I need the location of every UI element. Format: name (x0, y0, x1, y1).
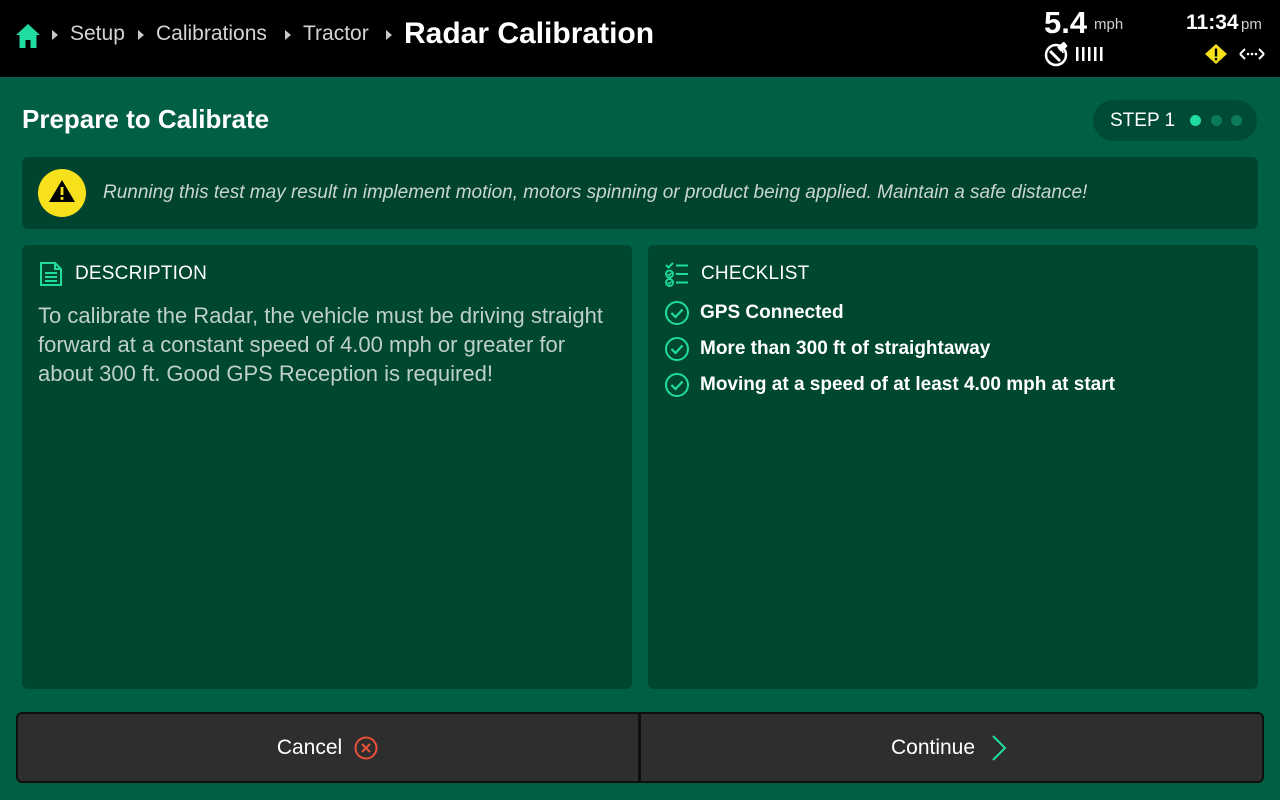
checklist-item: GPS Connected (664, 299, 1244, 327)
step-dot-2 (1211, 115, 1222, 126)
home-icon[interactable] (14, 22, 42, 50)
breadcrumb-item-calibrations[interactable]: Calibrations (156, 22, 267, 46)
checklist-item-label: More than 300 ft of straightaway (700, 338, 991, 359)
warning-diamond-icon[interactable] (1204, 43, 1228, 65)
cancel-button[interactable]: Cancel (16, 712, 640, 783)
gps-satellite-icon[interactable] (1044, 41, 1070, 67)
step-label: STEP 1 (1110, 110, 1176, 131)
speed-unit: mph (1094, 16, 1124, 33)
breadcrumb-separator (285, 30, 291, 40)
warning-badge (38, 169, 86, 217)
checklist-item: Moving at a speed of at least 4.00 mph a… (664, 371, 1244, 399)
step-dot-1 (1190, 115, 1201, 126)
top-bar: Setup Calibrations Tractor Radar Calibra… (0, 0, 1280, 77)
warning-triangle-icon (49, 180, 75, 202)
checklist-item-label: Moving at a speed of at least 4.00 mph a… (700, 374, 1115, 395)
page-title: Radar Calibration (404, 17, 655, 50)
section-title: Prepare to Calibrate (22, 104, 270, 134)
check-circle-icon (665, 301, 689, 325)
warning-banner: Running this test may result in implemen… (22, 157, 1258, 229)
breadcrumb-item-setup[interactable]: Setup (70, 22, 125, 46)
description-heading: DESCRIPTION (75, 263, 208, 284)
breadcrumb-separator (138, 30, 144, 40)
warning-message: Running this test may result in implemen… (103, 182, 1088, 203)
continue-button-label: Continue (890, 735, 976, 759)
step-dot-3 (1231, 115, 1242, 126)
checklist-panel: CHECKLIST GPS Connected More than 300 ft… (648, 245, 1258, 689)
signal-bars-icon (1076, 47, 1103, 61)
checklist-item: More than 300 ft of straightaway (664, 335, 1244, 363)
connection-arrows-icon[interactable] (1238, 44, 1266, 64)
breadcrumb-separator (386, 30, 392, 40)
clock-time: 11:34 (1186, 11, 1239, 34)
chevron-right-icon (992, 734, 1007, 761)
checklist-heading: CHECKLIST (701, 263, 810, 284)
speed-value: 5.4 (1044, 5, 1088, 40)
step-indicator: STEP 1 (1093, 100, 1257, 141)
check-circle-icon (665, 337, 689, 361)
breadcrumb-item-tractor[interactable]: Tractor (303, 22, 369, 46)
check-circle-icon (665, 373, 689, 397)
document-icon (40, 262, 62, 286)
breadcrumb-separator (52, 30, 58, 40)
continue-button[interactable]: Continue (639, 712, 1264, 783)
checklist-icon (665, 262, 688, 287)
description-text: To calibrate the Radar, the vehicle must… (38, 303, 603, 386)
description-panel: DESCRIPTION To calibrate the Radar, the … (22, 245, 632, 689)
clock-ampm: pm (1241, 16, 1262, 33)
cancel-button-label: Cancel (276, 735, 343, 759)
cancel-circle-icon (354, 736, 378, 759)
checklist-item-label: GPS Connected (700, 302, 844, 323)
